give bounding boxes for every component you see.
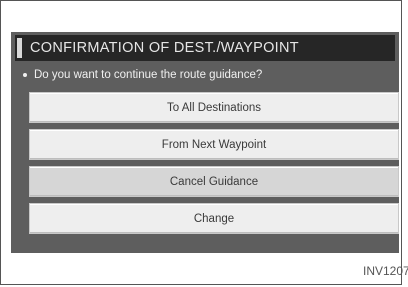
from-next-waypoint-button[interactable]: From Next Waypoint [29,129,399,160]
figure-code: INV1207 [363,264,408,278]
bullet-icon [23,73,27,77]
dialog-title: CONFIRMATION OF DEST./WAYPOINT [30,40,299,56]
cancel-guidance-button[interactable]: Cancel Guidance [29,166,399,197]
dialog-title-bar: CONFIRMATION OF DEST./WAYPOINT [15,35,395,61]
title-accent-bar [17,38,22,58]
change-button[interactable]: Change [29,203,399,234]
figure-frame: CONFIRMATION OF DEST./WAYPOINT Do you wa… [0,0,408,285]
prompt-text: Do you want to continue the route guidan… [34,69,263,81]
to-all-destinations-button[interactable]: To All Destinations [29,92,399,123]
dialog-prompt: Do you want to continue the route guidan… [17,67,395,83]
navigation-screen: CONFIRMATION OF DEST./WAYPOINT Do you wa… [11,32,399,253]
